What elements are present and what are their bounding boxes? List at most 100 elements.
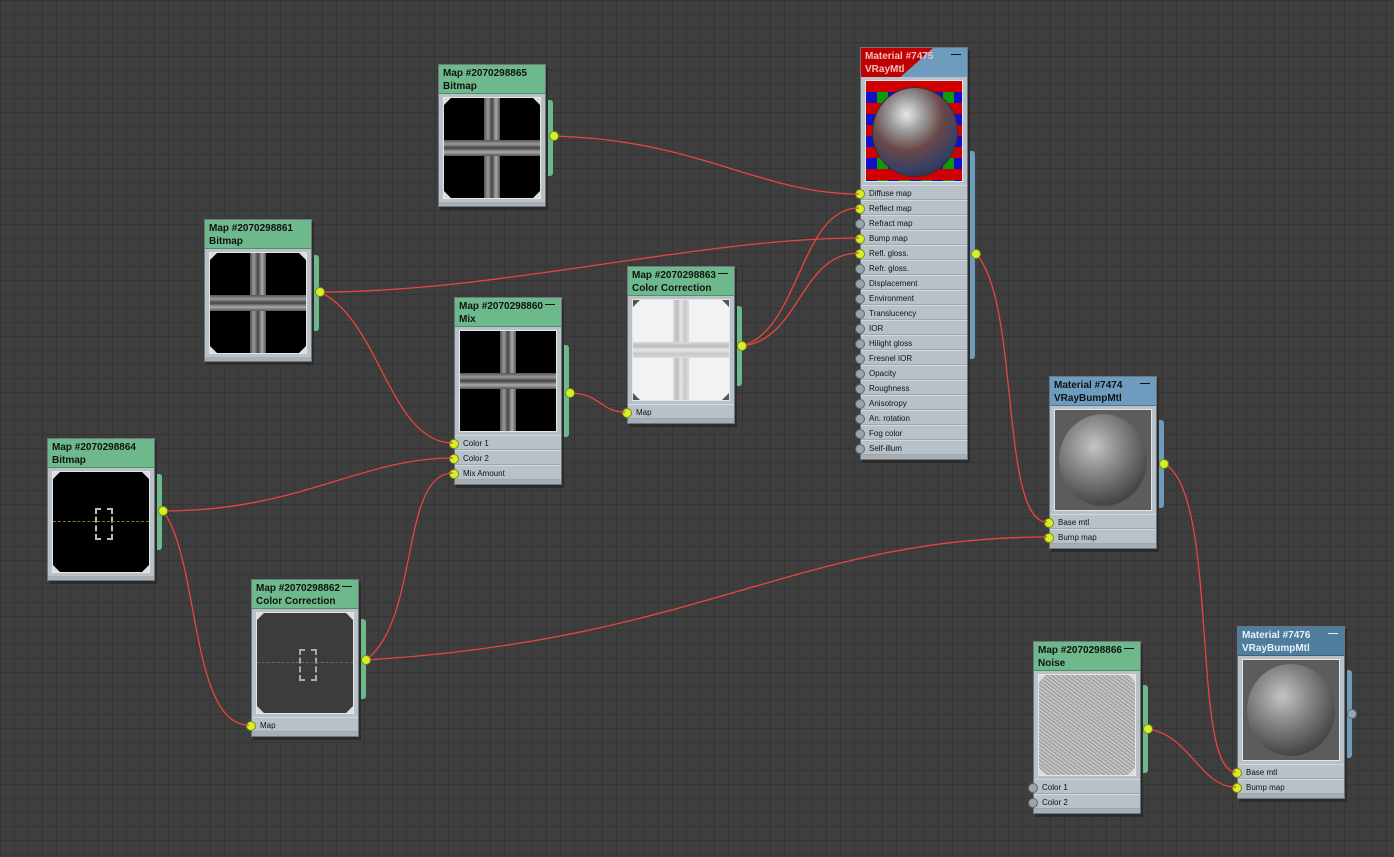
node-material-7476[interactable]: Material #7476 VRayBumpMtl — Base mtl Bu… bbox=[1232, 626, 1352, 799]
input-socket[interactable] bbox=[855, 414, 865, 424]
wire-864-to-862map[interactable] bbox=[162, 510, 250, 726]
wire-861-to-color1[interactable] bbox=[319, 291, 454, 444]
input-socket[interactable] bbox=[855, 264, 865, 274]
input-socket[interactable] bbox=[1028, 783, 1038, 793]
minimize-button[interactable]: — bbox=[545, 298, 555, 311]
output-socket-866[interactable] bbox=[1143, 724, 1153, 734]
slot-refl-gloss[interactable]: Refl. gloss. bbox=[855, 245, 967, 260]
node-map-861[interactable]: Map #2070298861 Bitmap bbox=[204, 219, 319, 362]
slot-bump-map[interactable]: Bump map bbox=[1232, 779, 1344, 794]
wire-863-to-reflgloss[interactable] bbox=[741, 252, 860, 347]
output-socket-864[interactable] bbox=[158, 506, 168, 516]
node-header[interactable]: Map #2070298861 Bitmap bbox=[205, 220, 311, 249]
input-socket[interactable] bbox=[1044, 533, 1054, 543]
slot-fog-color[interactable]: Fog color bbox=[855, 425, 967, 440]
node-material-7474[interactable]: Material #7474 VRayBumpMtl — Base mtl Bu… bbox=[1044, 376, 1164, 549]
slot-base-mtl[interactable]: Base mtl bbox=[1044, 514, 1156, 529]
slot-color-1[interactable]: Color 1 bbox=[1028, 779, 1140, 794]
slot-map[interactable]: Map bbox=[622, 404, 734, 419]
slot-map[interactable]: Map bbox=[246, 717, 358, 732]
input-socket[interactable] bbox=[855, 354, 865, 364]
input-socket[interactable] bbox=[855, 399, 865, 409]
output-socket-861[interactable] bbox=[315, 287, 325, 297]
slot-refract-map[interactable]: Refract map bbox=[855, 215, 967, 230]
node-header[interactable]: Map #2070298865 Bitmap bbox=[439, 65, 545, 94]
slot-opacity[interactable]: Opacity bbox=[855, 365, 967, 380]
output-socket-863[interactable] bbox=[737, 341, 747, 351]
node-header[interactable]: Material #7475 VRayMtl — bbox=[861, 48, 967, 77]
minimize-button[interactable]: — bbox=[951, 48, 961, 61]
input-socket[interactable] bbox=[855, 249, 865, 259]
input-socket[interactable] bbox=[1044, 518, 1054, 528]
node-map-865[interactable]: Map #2070298865 Bitmap bbox=[438, 64, 553, 207]
node-map-862[interactable]: Map #2070298862 Color Correction — Map bbox=[246, 579, 366, 737]
node-map-863[interactable]: Map #2070298863 Color Correction — Map bbox=[622, 266, 742, 424]
slot-roughness[interactable]: Roughness bbox=[855, 380, 967, 395]
input-socket[interactable] bbox=[246, 721, 256, 731]
slot-refr-gloss[interactable]: Refr. gloss. bbox=[855, 260, 967, 275]
wire-862-to-mixamount[interactable] bbox=[365, 472, 454, 661]
wire-865-to-diffuse[interactable] bbox=[553, 135, 860, 195]
slot-self-illum[interactable]: Self-illum bbox=[855, 440, 967, 455]
wire-861-to-bump[interactable] bbox=[319, 237, 860, 293]
wire-862-to-7474bump[interactable] bbox=[365, 536, 1048, 661]
input-socket[interactable] bbox=[855, 219, 865, 229]
input-socket[interactable] bbox=[1028, 798, 1038, 808]
node-header[interactable]: Material #7474 VRayBumpMtl — bbox=[1050, 377, 1156, 406]
node-map-864[interactable]: Map #2070298864 Bitmap bbox=[47, 438, 162, 581]
node-material-7475[interactable]: Material #7475 VRayMtl — Diffuse map Refl… bbox=[855, 47, 975, 460]
output-socket-7474[interactable] bbox=[1159, 459, 1169, 469]
wire-864-to-color2[interactable] bbox=[162, 457, 454, 512]
input-socket[interactable] bbox=[855, 204, 865, 214]
input-socket[interactable] bbox=[855, 429, 865, 439]
node-map-860[interactable]: Map #2070298860 Mix — Color 1 Color 2 Mi… bbox=[449, 297, 569, 485]
output-socket-865[interactable] bbox=[549, 131, 559, 141]
slot-bump-map[interactable]: Bump map bbox=[1044, 529, 1156, 544]
node-header[interactable]: Material #7476 VRayBumpMtl — bbox=[1238, 627, 1344, 656]
node-header[interactable]: Map #2070298860 Mix — bbox=[455, 298, 561, 327]
node-header[interactable]: Map #2070298866 Noise — bbox=[1034, 642, 1140, 671]
input-socket[interactable] bbox=[449, 454, 459, 464]
input-socket[interactable] bbox=[1232, 783, 1242, 793]
input-socket[interactable] bbox=[449, 469, 459, 479]
slot-an-rotation[interactable]: An. rotation bbox=[855, 410, 967, 425]
input-socket[interactable] bbox=[855, 339, 865, 349]
minimize-button[interactable]: — bbox=[1124, 642, 1134, 655]
slot-hilight-gloss[interactable]: Hilight gloss bbox=[855, 335, 967, 350]
slot-color-1[interactable]: Color 1 bbox=[449, 435, 561, 450]
slot-ior[interactable]: IOR bbox=[855, 320, 967, 335]
input-socket[interactable] bbox=[855, 369, 865, 379]
slot-environment[interactable]: Environment bbox=[855, 290, 967, 305]
minimize-button[interactable]: — bbox=[1140, 377, 1150, 390]
slot-reflect-map[interactable]: Reflect map bbox=[855, 200, 967, 215]
input-socket[interactable] bbox=[855, 189, 865, 199]
input-socket[interactable] bbox=[855, 384, 865, 394]
input-socket[interactable] bbox=[855, 279, 865, 289]
slot-displacement[interactable]: Displacement bbox=[855, 275, 967, 290]
input-socket[interactable] bbox=[449, 439, 459, 449]
input-socket[interactable] bbox=[855, 234, 865, 244]
input-socket[interactable] bbox=[855, 294, 865, 304]
input-socket[interactable] bbox=[1232, 768, 1242, 778]
input-socket[interactable] bbox=[622, 408, 632, 418]
minimize-button[interactable]: — bbox=[1328, 627, 1338, 640]
wire-866-to-7476bump[interactable] bbox=[1147, 728, 1237, 788]
node-map-866[interactable]: Map #2070298866 Noise — Color 1 Color 2 bbox=[1028, 641, 1148, 814]
wire-7475-to-7474base[interactable] bbox=[975, 253, 1048, 523]
node-header[interactable]: Map #2070298863 Color Correction — bbox=[628, 267, 734, 296]
output-socket-862[interactable] bbox=[361, 655, 371, 665]
slot-diffuse-map[interactable]: Diffuse map bbox=[855, 185, 967, 200]
slot-color-2[interactable]: Color 2 bbox=[449, 450, 561, 465]
input-socket[interactable] bbox=[855, 309, 865, 319]
output-socket-7475[interactable] bbox=[971, 249, 981, 259]
slot-bump-map[interactable]: Bump map bbox=[855, 230, 967, 245]
input-socket[interactable] bbox=[855, 324, 865, 334]
node-header[interactable]: Map #2070298864 Bitmap bbox=[48, 439, 154, 468]
slot-anisotropy[interactable]: Anisotropy bbox=[855, 395, 967, 410]
output-socket-7476[interactable] bbox=[1347, 709, 1357, 719]
output-socket-860[interactable] bbox=[565, 388, 575, 398]
minimize-button[interactable]: — bbox=[342, 580, 352, 593]
slot-fresnel-ior[interactable]: Fresnel IOR bbox=[855, 350, 967, 365]
wire-7474-to-7476base[interactable] bbox=[1163, 463, 1237, 773]
wire-863-to-reflect[interactable] bbox=[741, 207, 860, 347]
